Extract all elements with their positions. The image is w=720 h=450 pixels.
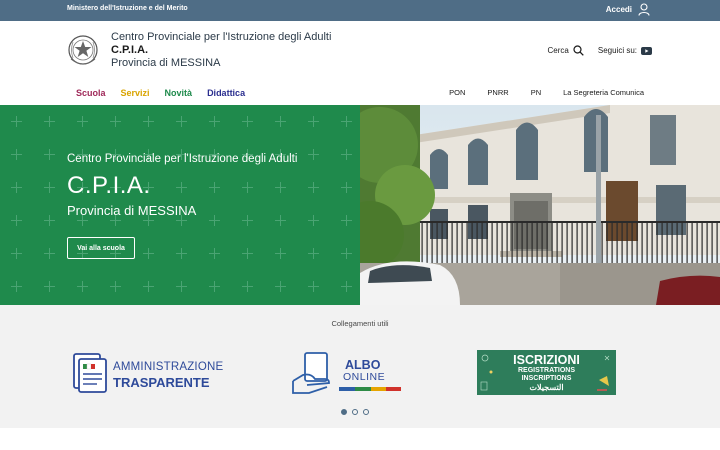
nav-item-servizi[interactable]: Servizi <box>121 88 150 98</box>
republic-emblem-icon <box>68 35 98 65</box>
albo-line2: ONLINE <box>343 371 386 383</box>
iscrizioni-registrations: REGISTRATIONS <box>517 367 576 374</box>
main-nav: Scuola Servizi Novità Didattica <box>76 88 245 98</box>
nav-item-pnrr[interactable]: PNRR <box>487 88 508 97</box>
nav-item-segreteria[interactable]: La Segreteria Comunica <box>563 88 644 97</box>
go-to-school-button[interactable]: Vai alla scuola <box>67 237 135 259</box>
school-brand[interactable]: Centro Provinciale per l'Istruzione degl… <box>111 31 331 70</box>
hero-green-panel: Centro Provinciale per l'Istruzione degl… <box>0 105 360 305</box>
carousel-dot-3[interactable] <box>363 409 369 415</box>
iscrizioni-banner-link[interactable]: ISCRIZIONI REGISTRATIONS INSCRIPTIONS ال… <box>477 350 616 395</box>
nav-item-novita[interactable]: Novità <box>165 88 193 98</box>
nav-item-pn[interactable]: PN <box>531 88 541 97</box>
brand-abbr: C.P.I.A. <box>111 44 149 56</box>
search-button[interactable]: Cerca <box>548 45 584 56</box>
document-stack-icon <box>73 353 107 393</box>
iscrizioni-title: ISCRIZIONI <box>513 353 580 367</box>
secondary-nav: PON PNRR PN La Segreteria Comunica <box>449 88 644 97</box>
hand-document-icon <box>292 352 330 394</box>
hero-text: Centro Provinciale per l'Istruzione degl… <box>67 153 297 218</box>
ministry-label: Ministero dell'Istruzione e del Merito <box>67 5 188 12</box>
search-label: Cerca <box>547 46 569 55</box>
carousel-dot-1[interactable] <box>341 409 347 415</box>
login-label: Accedi <box>605 5 632 14</box>
useful-links-section: Collegamenti utili AMMINISTRAZIONE TRASP… <box>0 305 720 428</box>
social-links: Seguici su: <box>598 46 652 55</box>
useful-links-title: Collegamenti utili <box>331 319 389 328</box>
school-building-illustration <box>360 105 720 305</box>
iscrizioni-arabic: التسجيلات <box>529 383 564 392</box>
user-icon <box>638 3 650 16</box>
nav-item-didattica[interactable]: Didattica <box>207 88 245 98</box>
hero-section: Centro Provinciale per l'Istruzione degl… <box>0 105 720 305</box>
brand-province: Provincia di MESSINA <box>111 57 221 69</box>
hero-subtitle: Centro Provinciale per l'Istruzione degl… <box>67 153 298 165</box>
search-icon <box>573 45 584 56</box>
login-button[interactable]: Accedi <box>606 3 650 16</box>
top-bar: Ministero dell'Istruzione e del Merito A… <box>0 0 720 21</box>
albo-line1: ALBO <box>345 358 381 372</box>
youtube-icon[interactable] <box>641 46 652 55</box>
hero-province: Provincia di MESSINA <box>67 203 197 218</box>
albo-online-link[interactable]: ALBO ONLINE <box>291 350 403 396</box>
site-header: Centro Provinciale per l'Istruzione degl… <box>0 21 720 105</box>
school-building-photo <box>360 105 720 305</box>
amministrazione-line2: TRASPARENTE <box>113 375 210 390</box>
brand-line1: Centro Provinciale per l'Istruzione degl… <box>111 31 332 43</box>
carousel-pagination <box>341 409 369 415</box>
iscrizioni-inscriptions: INSCRIPTIONS <box>521 375 572 382</box>
amministrazione-line1: AMMINISTRAZIONE <box>113 361 224 373</box>
nav-item-scuola[interactable]: Scuola <box>76 88 106 98</box>
header-tools: Cerca Seguici su: <box>548 45 652 56</box>
carousel-dot-2[interactable] <box>352 409 358 415</box>
hero-title: C.P.I.A. <box>67 172 151 199</box>
nav-item-pon[interactable]: PON <box>449 88 465 97</box>
social-label: Seguici su: <box>597 46 637 55</box>
albo-color-bar <box>339 387 401 391</box>
amministrazione-trasparente-link[interactable]: AMMINISTRAZIONE TRASPARENTE <box>71 351 223 395</box>
